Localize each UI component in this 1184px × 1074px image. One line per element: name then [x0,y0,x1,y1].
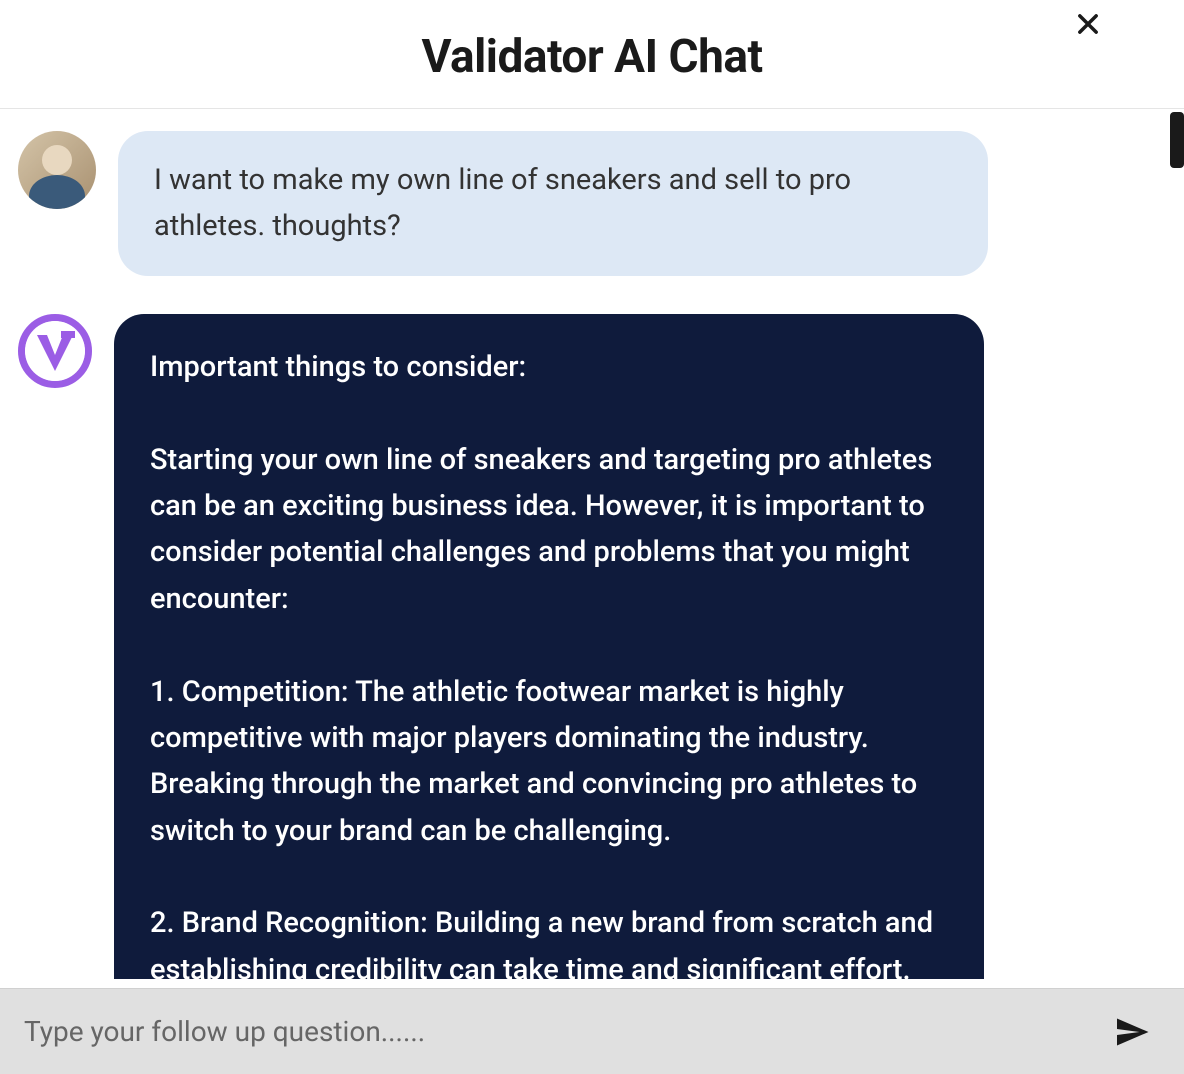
user-message-bubble: I want to make my own line of sneakers a… [118,131,988,276]
message-row-bot: Important things to consider: Starting y… [18,314,1154,979]
input-bar [0,988,1184,1074]
chat-header: Validator AI Chat [0,0,1184,109]
page-title: Validator AI Chat [20,30,1164,84]
bot-logo-icon [25,321,85,381]
message-input[interactable] [24,1015,1110,1048]
user-avatar [18,131,96,209]
send-button[interactable] [1110,1010,1154,1054]
chat-scroll-area[interactable]: I want to make my own line of sneakers a… [0,109,1184,979]
message-row-user: I want to make my own line of sneakers a… [18,131,1154,276]
bot-avatar [18,314,92,388]
scrollbar-track[interactable] [1170,112,1184,982]
close-icon [1074,10,1102,38]
close-button[interactable] [1070,6,1106,42]
scrollbar-thumb[interactable] [1170,112,1184,168]
paper-plane-icon [1114,1014,1150,1050]
bot-message-bubble: Important things to consider: Starting y… [114,314,984,979]
